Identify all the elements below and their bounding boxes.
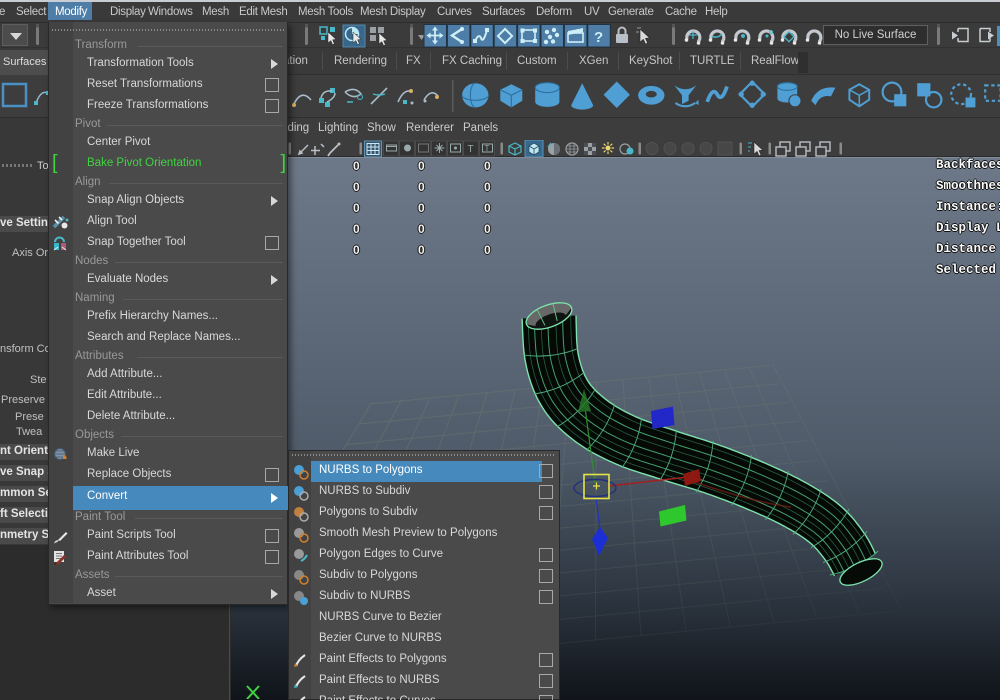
- svg-text:T: T: [485, 144, 490, 153]
- svg-text:T: T: [468, 144, 474, 155]
- svg-text:?: ?: [594, 29, 603, 46]
